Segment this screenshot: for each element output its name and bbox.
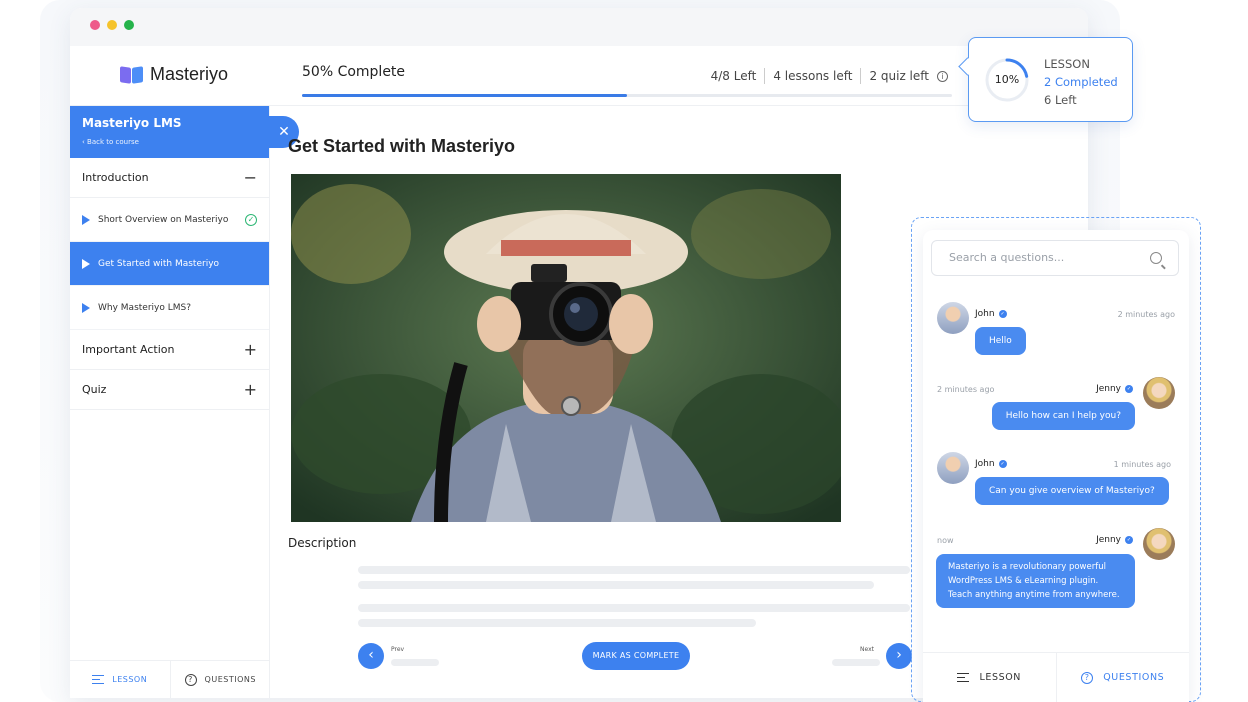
prev-label: Prev	[391, 646, 405, 653]
description-placeholder-line	[358, 604, 910, 612]
lesson-label: Short Overview on Masteriyo	[98, 214, 229, 225]
next-title-placeholder	[832, 659, 880, 666]
lesson-progress-popup: 10% LESSON 2 Completed 6 Left	[968, 37, 1133, 122]
question-search-input[interactable]: Search a questions...	[931, 240, 1179, 276]
play-icon	[82, 214, 90, 225]
description-placeholder-line	[358, 581, 874, 589]
question-icon: ?	[1081, 671, 1094, 684]
next-button[interactable]: ›	[886, 643, 912, 669]
chevron-left-icon: ‹	[368, 647, 374, 663]
lesson-item-why-masteriyo[interactable]: Why Masteriyo LMS?	[70, 286, 269, 330]
menu-icon	[92, 675, 105, 684]
avatar	[1143, 377, 1175, 409]
window-maximize-dot[interactable]	[124, 20, 134, 30]
description-label: Description	[288, 536, 357, 550]
description-placeholder-line	[358, 619, 756, 627]
chevron-right-icon: ›	[896, 647, 902, 663]
plus-icon[interactable]: +	[244, 340, 257, 359]
tab-questions[interactable]: ? QUESTIONS	[171, 661, 271, 698]
window-titlebar	[70, 8, 1088, 46]
menu-icon	[957, 673, 970, 682]
message-author: John ✓	[975, 459, 1007, 469]
description-placeholder-line	[358, 566, 910, 574]
minus-icon[interactable]: −	[244, 168, 257, 187]
play-icon	[82, 302, 90, 313]
stat-divider	[764, 68, 766, 84]
message-author: Jenny ✓	[1096, 535, 1133, 545]
lesson-navigation: ‹ Prev MARK AS COMPLETE Next ›	[358, 642, 914, 670]
message-author: John ✓	[975, 309, 1007, 319]
lesson-item-short-overview[interactable]: Short Overview on Masteriyo ✓	[70, 198, 269, 242]
brand-name: Masteriyo	[150, 64, 229, 84]
sidebar-footer: LESSON ? QUESTIONS	[70, 660, 270, 698]
tab-lesson[interactable]: LESSON	[923, 653, 1056, 702]
section-quiz[interactable]: Quiz +	[70, 370, 269, 410]
message-time: 1 minutes ago	[1113, 460, 1171, 469]
section-introduction[interactable]: Introduction −	[70, 158, 269, 198]
verified-badge-icon: ✓	[1125, 536, 1133, 544]
course-stats: 4/8 Left 4 lessons left 2 quiz left i	[711, 68, 948, 84]
book-logo-icon	[120, 65, 144, 85]
prev-title-placeholder	[391, 659, 439, 666]
questions-footer: LESSON ? QUESTIONS	[923, 652, 1189, 702]
popup-stats: LESSON 2 Completed 6 Left	[1044, 55, 1118, 109]
progress-ring-percent: 10%	[994, 73, 1020, 86]
message-time: 2 minutes ago	[1117, 310, 1175, 319]
section-label: Introduction	[82, 171, 149, 184]
lesson-item-get-started[interactable]: Get Started with Masteriyo	[70, 242, 269, 286]
popup-heading: LESSON	[1044, 57, 1090, 71]
stat-lessons-left: 4 lessons left	[773, 69, 853, 83]
top-bar: Masteriyo 50% Complete 4/8 Left 4 lesson…	[70, 46, 1088, 106]
window-close-dot[interactable]	[90, 20, 100, 30]
section-label: Important Action	[82, 343, 175, 356]
plus-icon[interactable]: +	[244, 380, 257, 399]
progress-bar	[302, 94, 952, 97]
lesson-label: Get Started with Masteriyo	[98, 258, 220, 269]
verified-badge-icon: ✓	[998, 310, 1007, 318]
message-time: 2 minutes ago	[937, 385, 995, 394]
lesson-content: Get Started with Masteriyo	[288, 136, 848, 157]
course-header: Masteriyo LMS ‹ Back to course ✕	[70, 106, 299, 158]
questions-panel: Search a questions... John ✓ 2 minutes a…	[923, 230, 1189, 702]
video-thumbnail	[291, 174, 841, 522]
course-sidebar: Masteriyo LMS ‹ Back to course ✕ Introdu…	[70, 106, 299, 698]
message-author: Jenny ✓	[1096, 384, 1133, 394]
message-bubble: Hello how can I help you?	[991, 402, 1135, 430]
popup-completed: 2 Completed	[1044, 75, 1118, 89]
popup-left: 6 Left	[1044, 93, 1077, 107]
mark-as-complete-button[interactable]: MARK AS COMPLETE	[582, 642, 690, 670]
brand-logo[interactable]: Masteriyo	[120, 64, 228, 85]
course-title: Masteriyo LMS	[82, 116, 182, 130]
progress-bar-fill	[302, 94, 627, 97]
lesson-video[interactable]	[291, 174, 841, 522]
search-icon[interactable]	[1150, 252, 1162, 264]
avatar	[937, 452, 969, 484]
check-circle-icon: ✓	[245, 213, 257, 226]
lesson-title: Get Started with Masteriyo	[288, 136, 516, 156]
window-minimize-dot[interactable]	[107, 20, 117, 30]
stat-quiz-left: 2 quiz left	[869, 69, 929, 83]
lesson-label: Why Masteriyo LMS?	[98, 302, 191, 313]
message-bubble: Masteriyo is a revolutionary powerful Wo…	[936, 554, 1135, 608]
section-important-action[interactable]: Important Action +	[70, 330, 269, 370]
message-bubble: Hello	[975, 327, 1026, 355]
next-label: Next	[860, 646, 874, 653]
message-time: now	[937, 536, 954, 545]
prev-button[interactable]: ‹	[358, 643, 384, 669]
avatar	[937, 302, 969, 334]
verified-badge-icon: ✓	[998, 460, 1007, 468]
tab-questions[interactable]: ? QUESTIONS	[1055, 653, 1190, 702]
stat-divider	[860, 68, 862, 84]
tab-lesson[interactable]: LESSON	[70, 661, 171, 698]
avatar	[1143, 528, 1175, 560]
play-icon	[82, 258, 90, 269]
stat-left: 4/8 Left	[710, 69, 757, 83]
question-icon: ?	[184, 673, 197, 686]
section-label: Quiz	[82, 383, 107, 396]
message-bubble: Can you give overview of Masteriyo?	[975, 477, 1169, 505]
verified-badge-icon: ✓	[1125, 385, 1133, 393]
back-to-course-link[interactable]: ‹ Back to course	[82, 138, 257, 146]
info-icon[interactable]: i	[937, 70, 948, 82]
progress-label: 50% Complete	[302, 64, 406, 80]
